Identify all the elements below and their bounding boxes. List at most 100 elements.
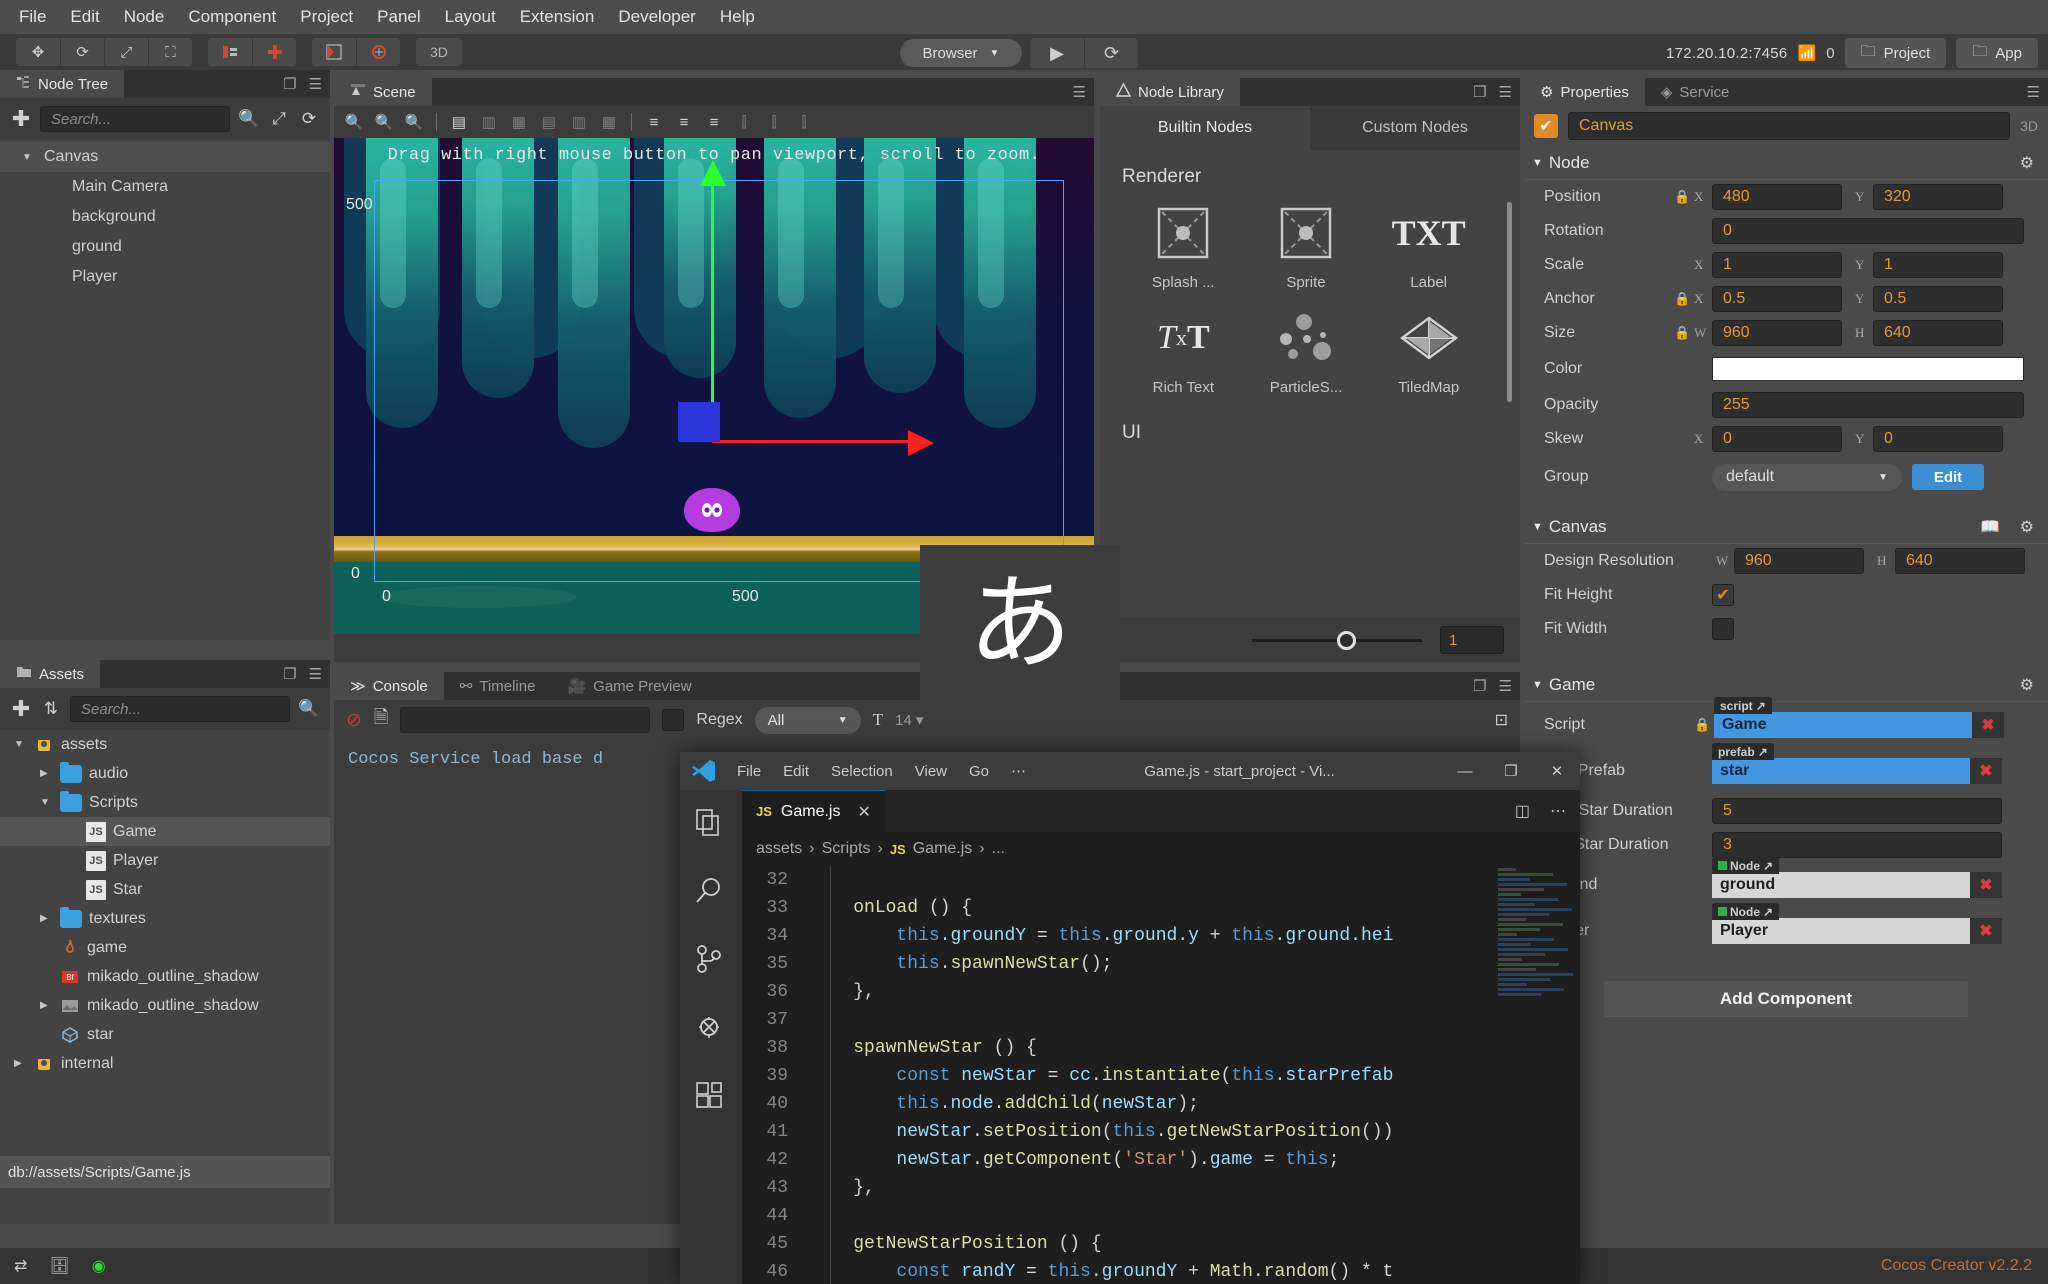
hamburger-icon[interactable]: ☰ [1499, 677, 1512, 695]
lock-icon[interactable]: 🔒 [1694, 717, 1714, 733]
refresh-icon[interactable]: ⟳ [298, 109, 320, 129]
source-control-icon[interactable] [694, 944, 728, 978]
zoom-out-icon[interactable]: 🔍 [370, 109, 398, 135]
zoom-reset-icon[interactable]: 🔍 [400, 109, 428, 135]
explorer-icon[interactable] [694, 808, 728, 842]
close-icon[interactable]: ✕ [1534, 752, 1580, 790]
node-name-input[interactable]: Canvas [1568, 112, 2011, 140]
dist-center-icon[interactable]: ⫿ [760, 109, 788, 135]
split-editor-icon[interactable]: ◫ [1515, 801, 1530, 821]
player-value[interactable]: Player [1712, 918, 1970, 944]
breadcrumb-file[interactable]: Game.js [913, 840, 973, 858]
console-settings-icon[interactable]: ⊡ [1495, 710, 1508, 730]
font-size-stepper[interactable]: 14 ▾ [895, 711, 923, 729]
code-line[interactable]: 33 onLoad () { [742, 894, 1580, 922]
dist-middle-icon[interactable]: ≡ [670, 109, 698, 135]
menu-item-extension[interactable]: Extension [509, 3, 606, 31]
size-w-input[interactable]: 960 [1712, 320, 1842, 346]
add-node-button[interactable]: ✚ [10, 106, 32, 132]
tab-node-library[interactable]: Node Library [1100, 78, 1240, 106]
regex-checkbox[interactable] [662, 709, 685, 731]
gizmo-view-icon[interactable] [356, 38, 400, 66]
code-line[interactable]: 37 [742, 1006, 1580, 1034]
close-icon[interactable]: ✕ [857, 802, 870, 822]
open-app-button[interactable]: 🗀 App [1956, 38, 2038, 68]
database-icon[interactable]: 🗄 [49, 1256, 69, 1276]
rect-tool-icon[interactable]: ⛶ [148, 38, 192, 66]
align-left-icon[interactable]: ▤ [445, 109, 473, 135]
game-section-gear-icon[interactable]: ⚙ [2020, 675, 2034, 695]
console-level-select[interactable]: All ▼ [754, 706, 861, 734]
add-component-button[interactable]: Add Component [1603, 980, 1969, 1018]
player-reference[interactable]: Node ↗ Player ✖ [1712, 903, 2002, 944]
canvas-view-icon[interactable] [312, 38, 356, 66]
design-res-w-input[interactable]: 960 [1734, 548, 1864, 574]
font-size-icon[interactable]: T [873, 710, 883, 730]
debug-icon[interactable] [694, 1012, 728, 1046]
asset-item-game[interactable]: JS Game [0, 817, 330, 846]
dist-left-icon[interactable]: ⫿ [730, 109, 758, 135]
popout-icon[interactable]: ❐ [283, 75, 296, 93]
asset-item-star[interactable]: JS Star [0, 875, 330, 904]
chevron-right-icon[interactable]: ▶ [14, 1058, 34, 1069]
vscode-minimap[interactable] [1492, 866, 1580, 1284]
mode-3d-button[interactable]: 3D [416, 38, 462, 66]
tab-node-tree[interactable]: Node Tree [0, 70, 125, 98]
node-library-item-splash[interactable]: Splash ... [1122, 202, 1245, 291]
tab-scene[interactable]: Scene [334, 78, 432, 106]
asset-item-game[interactable]: game [0, 933, 330, 962]
breadcrumb-scripts[interactable]: Scripts [822, 840, 871, 858]
code-line[interactable]: 42 newStar.getComponent('Star').game = t… [742, 1146, 1580, 1174]
rotate-tool-icon[interactable]: ⟳ [60, 38, 104, 66]
lock-icon[interactable]: 🔒 [1674, 325, 1694, 341]
opacity-input[interactable]: 255 [1712, 392, 2024, 418]
search-icon[interactable]: 🔍 [238, 109, 260, 129]
gizmo-x-arrow[interactable] [908, 430, 934, 456]
dist-right-icon[interactable]: ⫿ [790, 109, 818, 135]
slider-knob[interactable] [1337, 630, 1356, 650]
code-line[interactable]: 39 const newStar = cc.instantiate(this.s… [742, 1062, 1580, 1090]
script-value[interactable]: Game [1714, 712, 1972, 738]
group-select[interactable]: default ▼ [1712, 463, 1902, 491]
anchor-x-input[interactable]: 0.5 [1712, 286, 1842, 312]
clear-console-icon[interactable]: ⊘ [346, 709, 362, 732]
vscode-menu-file[interactable]: File [726, 752, 772, 790]
node-tree-item-background[interactable]: background [0, 202, 330, 232]
external-link-icon[interactable]: ↗ [1763, 905, 1773, 919]
code-line[interactable]: 43 }, [742, 1174, 1580, 1202]
zoom-in-icon[interactable]: 🔍 [340, 109, 368, 135]
group-edit-button[interactable]: Edit [1912, 464, 1984, 490]
menu-item-project[interactable]: Project [289, 3, 364, 31]
size-h-input[interactable]: 640 [1873, 320, 2003, 346]
align-vcenter-icon[interactable]: ▥ [565, 109, 593, 135]
chevron-right-icon[interactable]: ▶ [40, 913, 60, 924]
add-node-icon[interactable] [252, 38, 296, 66]
play-icon[interactable]: ▶ [1030, 38, 1084, 68]
asset-item-mikado-outline-shadow[interactable]: Bf mikado_outline_shadow [0, 962, 330, 991]
vscode-tab-gamejs[interactable]: JS Game.js ✕ [742, 790, 885, 832]
add-asset-button[interactable]: ✚ [10, 696, 32, 722]
open-log-file-icon[interactable]: 🗎 [374, 705, 388, 735]
gizmo-x-axis[interactable] [712, 440, 912, 443]
node-section-gear-icon[interactable]: ⚙ [2020, 153, 2034, 173]
align-right-icon[interactable]: ▦ [505, 109, 533, 135]
fit-height-checkbox[interactable]: ✔ [1712, 584, 1734, 606]
asset-item-star[interactable]: star [0, 1020, 330, 1049]
extensions-icon[interactable] [694, 1080, 728, 1114]
hamburger-icon[interactable]: ☰ [2027, 83, 2040, 101]
canvas-section-header[interactable]: ▼ Canvas 📖 ⚙ [1524, 510, 2048, 544]
code-line[interactable]: 32 [742, 866, 1580, 894]
maximize-icon[interactable]: ❐ [1488, 752, 1534, 790]
menu-item-developer[interactable]: Developer [607, 3, 707, 31]
search-icon[interactable]: 🔍 [298, 699, 320, 719]
node-tree-search-input[interactable]: Search... [40, 106, 230, 132]
status-dot-icon[interactable]: ◉ [92, 1256, 106, 1276]
scene-node-star[interactable] [684, 488, 740, 532]
scale-x-input[interactable]: 1 [1712, 252, 1842, 278]
color-swatch[interactable] [1712, 357, 2024, 381]
node-library-item-richtext[interactable]: TxT Rich Text [1122, 307, 1245, 396]
console-filter-input[interactable] [400, 707, 651, 733]
ground-value[interactable]: ground [1712, 872, 1970, 898]
popout-icon[interactable]: ❐ [1473, 83, 1486, 101]
node-library-item-sprite[interactable]: Sprite [1245, 202, 1368, 291]
